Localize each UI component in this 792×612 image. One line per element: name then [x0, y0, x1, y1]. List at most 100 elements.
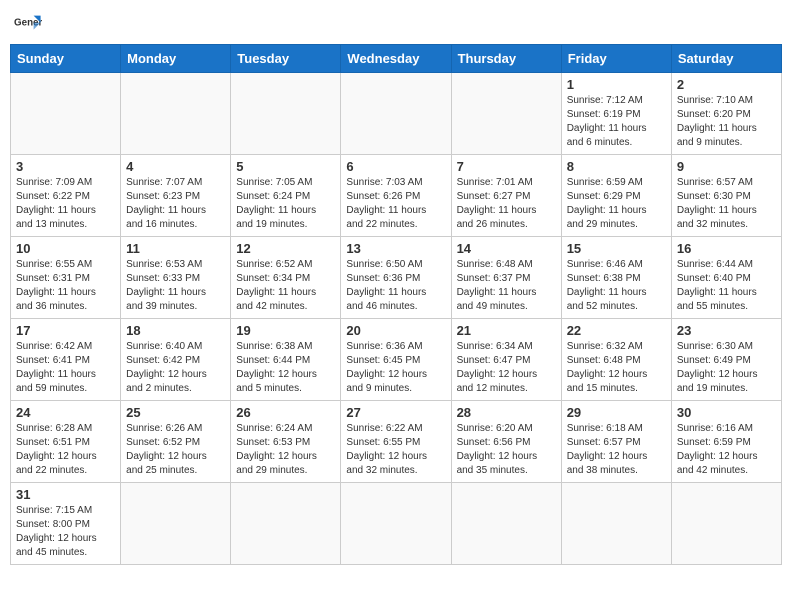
calendar-week-row: 24 Sunrise: 6:28 AM Sunset: 6:51 PM Dayli… — [11, 401, 782, 483]
calendar-day-cell: 1 Sunrise: 7:12 AM Sunset: 6:19 PM Daylig… — [561, 73, 671, 155]
calendar-week-row: 1 Sunrise: 7:12 AM Sunset: 6:19 PM Daylig… — [11, 73, 782, 155]
day-info: Sunrise: 6:52 AM Sunset: 6:34 PM Dayligh… — [236, 258, 335, 314]
day-info: Sunrise: 6:22 AM Sunset: 6:55 PM Dayligh… — [346, 422, 445, 478]
day-number: 17 — [16, 323, 115, 338]
calendar-day-cell: 24 Sunrise: 6:28 AM Sunset: 6:51 PM Dayli… — [11, 401, 121, 483]
day-info: Sunrise: 6:42 AM Sunset: 6:41 PM Dayligh… — [16, 340, 115, 396]
day-number: 7 — [457, 159, 556, 174]
calendar-day-cell: 28 Sunrise: 6:20 AM Sunset: 6:56 PM Dayli… — [451, 401, 561, 483]
calendar-day-cell: 14 Sunrise: 6:48 AM Sunset: 6:37 PM Dayli… — [451, 237, 561, 319]
day-info: Sunrise: 7:05 AM Sunset: 6:24 PM Dayligh… — [236, 176, 335, 232]
day-info: Sunrise: 7:10 AM Sunset: 6:20 PM Dayligh… — [677, 94, 776, 150]
day-info: Sunrise: 6:30 AM Sunset: 6:49 PM Dayligh… — [677, 340, 776, 396]
day-info: Sunrise: 6:48 AM Sunset: 6:37 PM Dayligh… — [457, 258, 556, 314]
day-number: 8 — [567, 159, 666, 174]
calendar-day-cell: 7 Sunrise: 7:01 AM Sunset: 6:27 PM Daylig… — [451, 155, 561, 237]
day-number: 27 — [346, 405, 445, 420]
calendar-table: SundayMondayTuesdayWednesdayThursdayFrid… — [10, 44, 782, 565]
calendar-day-cell: 25 Sunrise: 6:26 AM Sunset: 6:52 PM Dayli… — [121, 401, 231, 483]
day-info: Sunrise: 6:44 AM Sunset: 6:40 PM Dayligh… — [677, 258, 776, 314]
calendar-day-cell: 2Sunrise: 7:10 AM Sunset: 6:20 PM Daylig… — [671, 73, 781, 155]
day-info: Sunrise: 7:15 AM Sunset: 8:00 PM Dayligh… — [16, 504, 115, 560]
day-number: 20 — [346, 323, 445, 338]
day-info: Sunrise: 7:03 AM Sunset: 6:26 PM Dayligh… — [346, 176, 445, 232]
day-number: 29 — [567, 405, 666, 420]
calendar-day-cell: 23 Sunrise: 6:30 AM Sunset: 6:49 PM Dayli… — [671, 319, 781, 401]
calendar-day-cell: 20 Sunrise: 6:36 AM Sunset: 6:45 PM Dayli… — [341, 319, 451, 401]
calendar-day-cell: 17 Sunrise: 6:42 AM Sunset: 6:41 PM Dayli… — [11, 319, 121, 401]
day-number: 4 — [126, 159, 225, 174]
calendar-day-cell: 12Sunrise: 6:52 AM Sunset: 6:34 PM Dayli… — [231, 237, 341, 319]
day-of-week-header: Thursday — [451, 45, 561, 73]
calendar-day-cell: 4 Sunrise: 7:07 AM Sunset: 6:23 PM Daylig… — [121, 155, 231, 237]
calendar-week-row: 17 Sunrise: 6:42 AM Sunset: 6:41 PM Dayli… — [11, 319, 782, 401]
calendar-header-row: SundayMondayTuesdayWednesdayThursdayFrid… — [11, 45, 782, 73]
day-number: 25 — [126, 405, 225, 420]
day-info: Sunrise: 6:26 AM Sunset: 6:52 PM Dayligh… — [126, 422, 225, 478]
day-info: Sunrise: 7:01 AM Sunset: 6:27 PM Dayligh… — [457, 176, 556, 232]
day-info: Sunrise: 6:32 AM Sunset: 6:48 PM Dayligh… — [567, 340, 666, 396]
day-info: Sunrise: 6:57 AM Sunset: 6:30 PM Dayligh… — [677, 176, 776, 232]
day-number: 21 — [457, 323, 556, 338]
calendar-day-cell: 3Sunrise: 7:09 AM Sunset: 6:22 PM Daylig… — [11, 155, 121, 237]
day-number: 1 — [567, 77, 666, 92]
calendar-day-cell — [451, 483, 561, 565]
day-number: 3 — [16, 159, 115, 174]
day-info: Sunrise: 6:28 AM Sunset: 6:51 PM Dayligh… — [16, 422, 115, 478]
calendar-day-cell: 29 Sunrise: 6:18 AM Sunset: 6:57 PM Dayli… — [561, 401, 671, 483]
calendar-day-cell: 16Sunrise: 6:44 AM Sunset: 6:40 PM Dayli… — [671, 237, 781, 319]
day-number: 28 — [457, 405, 556, 420]
general-blue-logo-icon: General — [14, 10, 42, 38]
day-info: Sunrise: 6:50 AM Sunset: 6:36 PM Dayligh… — [346, 258, 445, 314]
day-number: 26 — [236, 405, 335, 420]
calendar-day-cell: 22 Sunrise: 6:32 AM Sunset: 6:48 PM Dayli… — [561, 319, 671, 401]
day-of-week-header: Friday — [561, 45, 671, 73]
day-number: 6 — [346, 159, 445, 174]
calendar-week-row: 31 Sunrise: 7:15 AM Sunset: 8:00 PM Dayli… — [11, 483, 782, 565]
day-info: Sunrise: 6:36 AM Sunset: 6:45 PM Dayligh… — [346, 340, 445, 396]
calendar-day-cell — [231, 73, 341, 155]
day-info: Sunrise: 6:53 AM Sunset: 6:33 PM Dayligh… — [126, 258, 225, 314]
day-number: 18 — [126, 323, 225, 338]
day-number: 19 — [236, 323, 335, 338]
calendar-day-cell — [121, 483, 231, 565]
day-info: Sunrise: 6:18 AM Sunset: 6:57 PM Dayligh… — [567, 422, 666, 478]
day-number: 10 — [16, 241, 115, 256]
day-info: Sunrise: 6:20 AM Sunset: 6:56 PM Dayligh… — [457, 422, 556, 478]
day-info: Sunrise: 6:34 AM Sunset: 6:47 PM Dayligh… — [457, 340, 556, 396]
day-number: 30 — [677, 405, 776, 420]
day-number: 23 — [677, 323, 776, 338]
header: General — [10, 10, 782, 38]
calendar-day-cell — [671, 483, 781, 565]
calendar-day-cell — [231, 483, 341, 565]
calendar-day-cell — [341, 483, 451, 565]
day-of-week-header: Monday — [121, 45, 231, 73]
calendar-day-cell — [451, 73, 561, 155]
day-info: Sunrise: 7:07 AM Sunset: 6:23 PM Dayligh… — [126, 176, 225, 232]
day-of-week-header: Wednesday — [341, 45, 451, 73]
calendar-day-cell: 21 Sunrise: 6:34 AM Sunset: 6:47 PM Dayli… — [451, 319, 561, 401]
day-info: Sunrise: 6:55 AM Sunset: 6:31 PM Dayligh… — [16, 258, 115, 314]
day-of-week-header: Tuesday — [231, 45, 341, 73]
day-number: 22 — [567, 323, 666, 338]
day-number: 11 — [126, 241, 225, 256]
day-number: 5 — [236, 159, 335, 174]
calendar-day-cell — [121, 73, 231, 155]
day-info: Sunrise: 6:38 AM Sunset: 6:44 PM Dayligh… — [236, 340, 335, 396]
calendar-week-row: 10 Sunrise: 6:55 AM Sunset: 6:31 PM Dayli… — [11, 237, 782, 319]
day-info: Sunrise: 7:12 AM Sunset: 6:19 PM Dayligh… — [567, 94, 666, 150]
calendar-day-cell: 18Sunrise: 6:40 AM Sunset: 6:42 PM Dayli… — [121, 319, 231, 401]
calendar-day-cell: 5 Sunrise: 7:05 AM Sunset: 6:24 PM Daylig… — [231, 155, 341, 237]
day-number: 9 — [677, 159, 776, 174]
day-number: 14 — [457, 241, 556, 256]
calendar-day-cell: 10 Sunrise: 6:55 AM Sunset: 6:31 PM Dayli… — [11, 237, 121, 319]
day-info: Sunrise: 6:24 AM Sunset: 6:53 PM Dayligh… — [236, 422, 335, 478]
calendar-day-cell: 31 Sunrise: 7:15 AM Sunset: 8:00 PM Dayli… — [11, 483, 121, 565]
day-info: Sunrise: 6:16 AM Sunset: 6:59 PM Dayligh… — [677, 422, 776, 478]
day-info: Sunrise: 6:46 AM Sunset: 6:38 PM Dayligh… — [567, 258, 666, 314]
calendar-day-cell: 6 Sunrise: 7:03 AM Sunset: 6:26 PM Daylig… — [341, 155, 451, 237]
day-number: 24 — [16, 405, 115, 420]
day-number: 31 — [16, 487, 115, 502]
calendar-day-cell: 27 Sunrise: 6:22 AM Sunset: 6:55 PM Dayli… — [341, 401, 451, 483]
calendar-day-cell: 8Sunrise: 6:59 AM Sunset: 6:29 PM Daylig… — [561, 155, 671, 237]
